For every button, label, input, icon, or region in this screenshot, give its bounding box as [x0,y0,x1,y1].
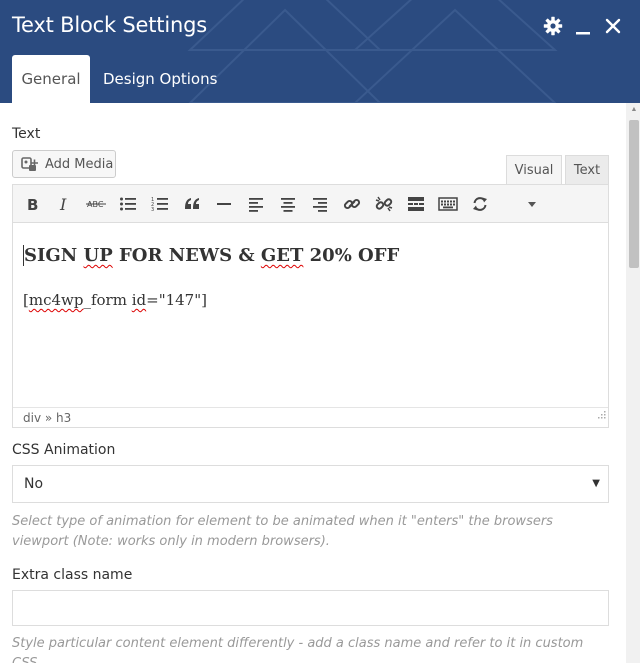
bullet-list-icon[interactable] [115,191,141,217]
svg-text:3: 3 [151,207,154,212]
scroll-up-icon[interactable]: ▲ [629,106,639,116]
heading-text: UP [83,245,113,266]
keyboard-icon[interactable] [435,191,461,217]
unlink-icon[interactable] [371,191,397,217]
align-right-icon[interactable] [307,191,333,217]
read-more-icon[interactable] [403,191,429,217]
heading-text: GET [260,245,304,266]
heading-text: FOR NEWS & [112,245,261,266]
element-path-bar: div » h3 [13,407,608,427]
add-media-button[interactable]: Add Media [12,150,116,178]
window-title: Text Block Settings [12,13,207,37]
editor-content-area[interactable]: SIGN UP FOR NEWS & GET 20% OFF [mc4wp_fo… [13,223,608,407]
css-animation-label: CSS Animation [12,442,116,458]
numbered-list-icon[interactable]: 123 [147,191,173,217]
tab-text-mode[interactable]: Text [565,155,609,184]
shortcode-text: mc4wp [28,291,84,309]
modal-header: Text Block Settings General Design Optio… [0,0,640,103]
extra-class-input[interactable] [12,590,609,626]
editor-shortcode: [mc4wp_form id="147"] [23,291,207,309]
svg-text:B: B [27,196,38,212]
tab-design-options[interactable]: Design Options [90,55,230,103]
link-icon[interactable] [339,191,365,217]
heading-text: SIGN [24,245,84,266]
italic-icon[interactable]: I [51,191,77,217]
css-animation-help: Select type of animation for element to … [12,514,553,549]
extra-class-help: Style particular content element differe… [12,636,584,663]
refresh-icon[interactable] [467,191,493,217]
tab-bar: General Design Options [12,55,230,103]
dropdown-icon[interactable] [519,191,545,217]
resize-handle-icon[interactable] [596,405,606,425]
css-animation-value: No [24,476,44,492]
heading-text: 20% OFF [303,245,400,266]
shortcode-text: _form [83,291,132,309]
modal-content: Text Add Media Visual Text B I ABC 1 2 3… [0,103,626,663]
blockquote-icon[interactable] [179,191,205,217]
chevron-down-icon: ▼ [592,478,600,489]
tab-general[interactable]: General [12,55,90,103]
align-center-icon[interactable] [275,191,301,217]
bold-icon[interactable]: B [19,191,45,217]
scrollbar-thumb[interactable] [629,120,639,268]
shortcode-text: ="147"] [146,291,207,309]
gear-icon[interactable] [542,14,564,38]
add-media-icon [21,156,39,172]
element-path: div » h3 [23,411,72,425]
editor-heading: SIGN UP FOR NEWS & GET 20% OFF [23,245,399,266]
close-icon[interactable] [602,14,624,38]
editor-toolbar: B I ABC 123 [13,185,608,223]
minimize-icon[interactable] [572,14,594,38]
shortcode-text: id [131,291,147,309]
align-left-icon[interactable] [243,191,269,217]
text-label: Text [12,126,41,142]
css-animation-select[interactable]: No ▼ [12,465,609,503]
strikethrough-icon[interactable]: ABC [83,191,109,217]
tab-visual-mode[interactable]: Visual [506,155,562,184]
horizontal-rule-icon[interactable] [211,191,237,217]
rich-text-editor: B I ABC 123 SIGN UP FOR NEWS & GET 20% O… [12,184,609,428]
add-media-label: Add Media [45,156,114,172]
svg-text:I: I [59,196,67,212]
extra-class-label: Extra class name [12,567,133,583]
